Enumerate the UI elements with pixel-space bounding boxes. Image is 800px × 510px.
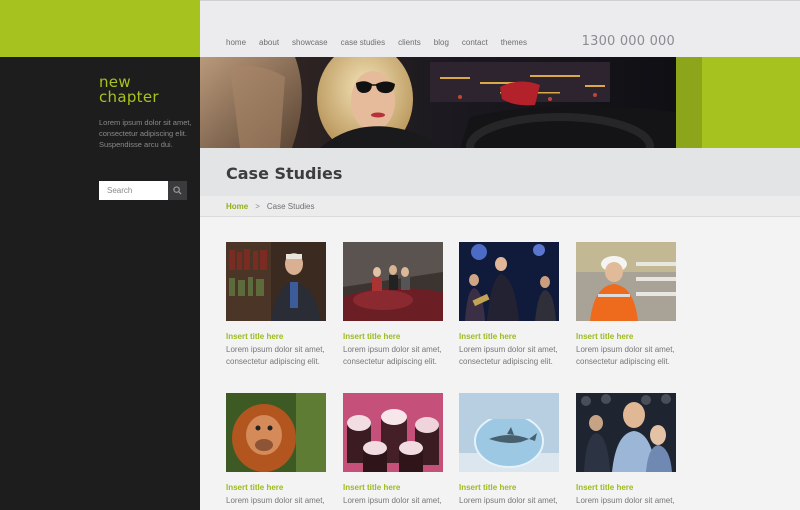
nav-blog[interactable]: blog [434,38,449,47]
card-title[interactable]: Insert title here [343,483,443,492]
breadcrumb-current: Case Studies [266,202,315,211]
thumbnail-cupcakes[interactable] [343,393,443,472]
card-title[interactable]: Insert title here [459,332,559,341]
thumbnail-shark-fishbowl[interactable] [459,393,559,472]
thumbnail-car-people[interactable] [343,242,443,321]
case-study-card: Insert title here Lorem ipsum dolor sit … [343,393,443,507]
sidebar-accent-bar [0,0,200,57]
case-study-card: Insert title here Lorem ipsum dolor sit … [459,393,559,507]
card-title[interactable]: Insert title here [226,332,326,341]
nav-home[interactable]: home [226,38,246,47]
case-study-card: Insert title here Lorem ipsum dolor sit … [576,242,676,368]
thumbnail-orangutan[interactable] [226,393,326,472]
nav-contact[interactable]: contact [462,38,488,47]
search-input[interactable] [99,181,168,200]
card-text: Lorem ipsum dolor sit amet, [576,496,675,505]
case-study-card: Insert title here Lorem ipsum dolor sit … [576,393,676,507]
card-text: Lorem ipsum dolor sit amet, [459,496,558,505]
card-text: Lorem ipsum dolor sit amet, consectetur … [576,345,675,366]
case-study-card: Insert title here Lorem ipsum dolor sit … [226,242,326,368]
nav-themes[interactable]: themes [501,38,527,47]
sidebar-tagline: Lorem ipsum dolor sit amet, consectetur … [99,118,192,149]
card-text: Lorem ipsum dolor sit amet, consectetur … [226,345,325,366]
breadcrumb-home-link[interactable]: Home [226,202,248,211]
thumbnail-construction-worker[interactable] [576,242,676,321]
card-text: Lorem ipsum dolor sit amet, consectetur … [343,345,442,366]
card-title[interactable]: Insert title here [226,483,326,492]
logo-line-2: chapter [99,88,159,106]
breadcrumb: Home > Case Studies [226,202,315,211]
breadcrumb-bar: Home > Case Studies [200,196,800,217]
thumbnail-man-in-library[interactable] [226,242,326,321]
nav-showcase[interactable]: showcase [292,38,328,47]
card-title[interactable]: Insert title here [576,332,676,341]
site-logo[interactable]: new chapter [99,75,159,105]
card-text: Lorem ipsum dolor sit amet, [226,496,325,505]
hero-image [200,57,676,148]
card-text: Lorem ipsum dolor sit amet, [343,496,442,505]
search-icon [173,186,182,195]
case-study-card: Insert title here Lorem ipsum dolor sit … [226,393,326,507]
search-form [99,181,187,200]
card-title[interactable]: Insert title here [343,332,443,341]
thumbnail-cinema-audience[interactable] [576,393,676,472]
card-title[interactable]: Insert title here [576,483,676,492]
card-title[interactable]: Insert title here [459,483,559,492]
card-text: Lorem ipsum dolor sit amet, consectetur … [459,345,558,366]
search-button[interactable] [168,181,187,200]
nav-case-studies[interactable]: case studies [341,38,385,47]
main-nav: home about showcase case studies clients… [226,38,540,47]
case-study-card: Insert title here Lorem ipsum dolor sit … [459,242,559,368]
header: home about showcase case studies clients… [200,0,800,57]
nav-about[interactable]: about [259,38,279,47]
thumbnail-band-concert[interactable] [459,242,559,321]
breadcrumb-separator: > [255,202,260,211]
page-title-band: Case Studies [200,148,800,196]
page-title: Case Studies [226,164,343,183]
case-study-card: Insert title here Lorem ipsum dolor sit … [343,242,443,368]
nav-clients[interactable]: clients [398,38,421,47]
hero-accent-shade [676,57,702,148]
phone-number: 1300 000 000 [581,34,675,49]
